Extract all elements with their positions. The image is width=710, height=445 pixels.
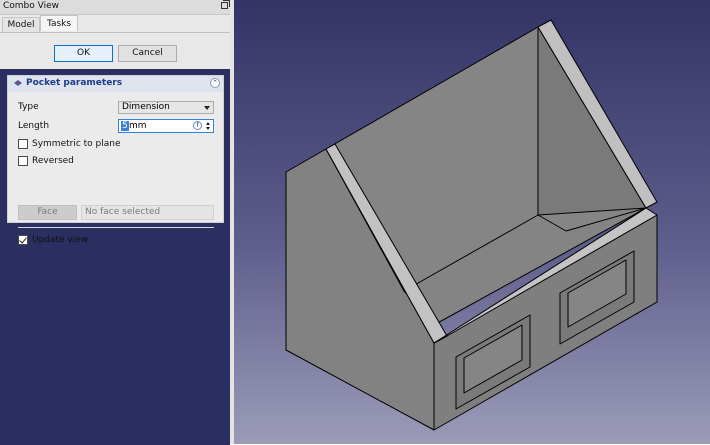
chevron-down-icon <box>204 106 210 110</box>
update-view-label: Update view <box>32 235 89 245</box>
float-window-icon[interactable] <box>221 0 230 9</box>
pocket-icon <box>14 80 22 86</box>
face-button[interactable]: Face <box>18 205 77 220</box>
length-label: Length <box>18 121 50 131</box>
symmetric-label: Symmetric to plane <box>32 139 121 149</box>
tab-tasks[interactable]: Tasks <box>40 15 78 31</box>
symmetric-checkbox[interactable] <box>18 139 28 149</box>
combo-view-title: Combo View <box>3 1 59 11</box>
combo-view-panel: Combo View Model Tasks OK Cancel Pocket … <box>0 0 232 445</box>
type-label: Type <box>18 102 39 112</box>
tasks-area: OK Cancel Pocket parameters ⌃ Type Dimen… <box>0 32 230 445</box>
combo-view-titlebar: Combo View <box>0 0 232 15</box>
update-view-checkbox[interactable] <box>18 235 28 245</box>
reversed-label: Reversed <box>32 156 74 166</box>
pocket-parameters-header[interactable]: Pocket parameters ⌃ <box>8 76 223 92</box>
reversed-checkbox[interactable] <box>18 156 28 166</box>
cancel-button[interactable]: Cancel <box>118 45 177 62</box>
type-select-value: Dimension <box>122 102 170 112</box>
separator <box>18 227 214 228</box>
inner-right-wall <box>537 26 647 216</box>
pocket-parameters-title: Pocket parameters <box>26 78 123 88</box>
tab-bar: Model Tasks <box>0 15 230 32</box>
length-value: 5 <box>121 121 129 131</box>
ok-button[interactable]: OK <box>54 45 113 62</box>
collapse-chevron-icon[interactable]: ⌃ <box>210 78 220 88</box>
face-selection-field[interactable]: No face selected <box>81 205 214 220</box>
spin-down-icon[interactable] <box>205 126 212 131</box>
dialog-button-bar: OK Cancel <box>0 33 230 69</box>
3d-model-view <box>285 19 658 431</box>
type-select[interactable]: Dimension <box>118 101 214 114</box>
pocket-parameters-panel: Pocket parameters ⌃ Type Dimension Lengt… <box>7 75 224 245</box>
expression-icon[interactable]: f <box>193 121 202 130</box>
length-unit: mm <box>129 121 147 131</box>
tab-model[interactable]: Model <box>2 17 40 32</box>
3d-viewport[interactable] <box>234 0 710 444</box>
length-spinbox[interactable]: 5 mm f <box>118 119 214 133</box>
